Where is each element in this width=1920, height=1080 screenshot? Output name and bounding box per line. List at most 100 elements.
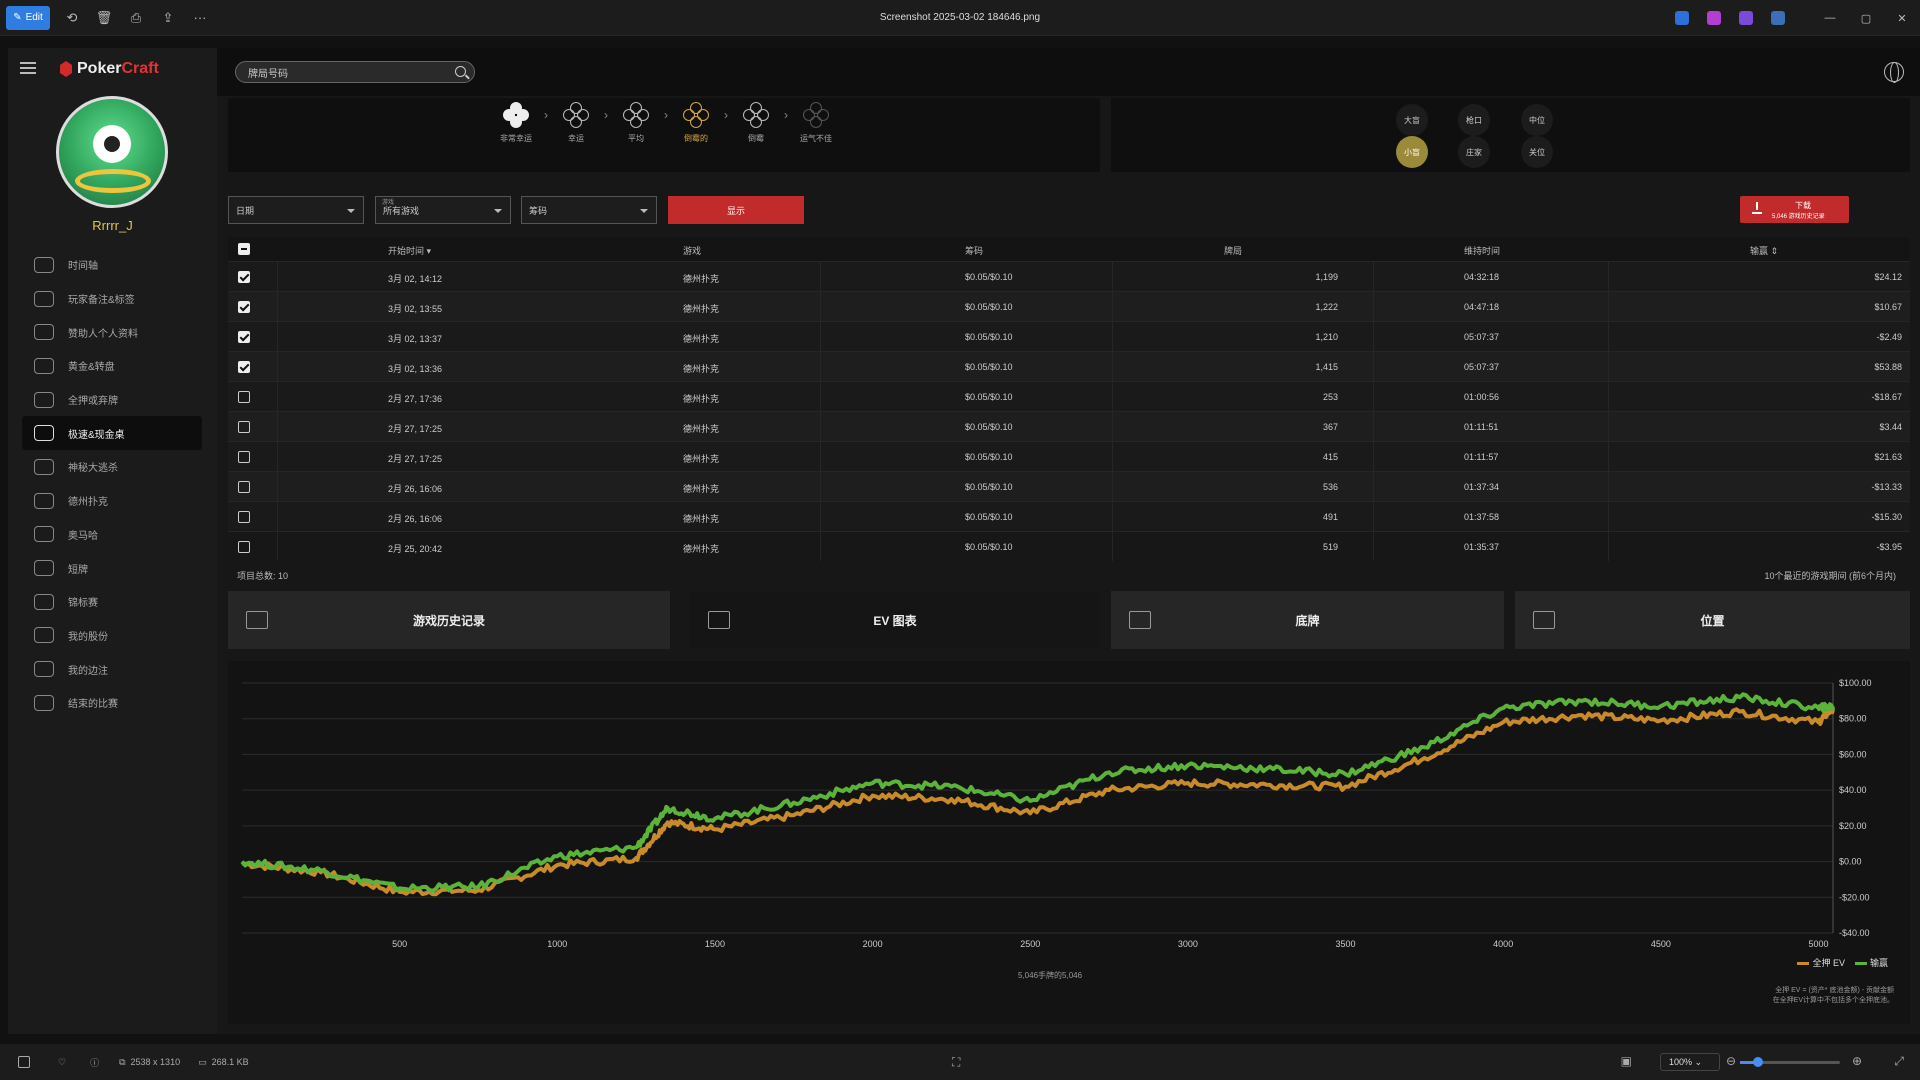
sidebar-item-6[interactable]: 极速&现金桌: [22, 416, 202, 451]
tab-4[interactable]: 位置: [1515, 591, 1910, 649]
globe-icon[interactable]: [1884, 62, 1904, 83]
row-checkbox[interactable]: [238, 271, 250, 283]
row-checkbox[interactable]: [238, 391, 250, 403]
position-chip-row1-1[interactable]: 大盲: [1396, 104, 1428, 136]
luck-step-6[interactable]: 运气不佳: [794, 102, 838, 144]
row-checkbox[interactable]: [238, 481, 250, 493]
stakes-dropdown[interactable]: 筹码: [521, 196, 657, 224]
col-start-time[interactable]: 开始时间 ▾: [388, 244, 431, 257]
cell-start: 3月 02, 14:12: [388, 274, 443, 284]
zoom-in-icon[interactable]: ⊕: [1852, 1054, 1862, 1068]
row-checkbox[interactable]: [238, 451, 250, 463]
favorite-icon[interactable]: ♡: [58, 1057, 66, 1068]
sidebar-item-label: 全押或弃牌: [68, 396, 118, 408]
luck-step-label: 运气不佳: [800, 134, 832, 143]
edit-button[interactable]: ✎ Edit: [6, 5, 50, 30]
maximize-button[interactable]: ▢: [1848, 12, 1884, 25]
table-row[interactable]: 2月 27, 17:25 德州扑克 $0.05/$0.10 367 01:11:51 $3…: [228, 411, 1910, 441]
cell-game: 德州扑克: [683, 274, 720, 284]
table-row[interactable]: 2月 25, 20:42 德州扑克 $0.05/$0.10 519 01:35:37 -$…: [228, 531, 1910, 561]
avatar[interactable]: [56, 96, 168, 208]
sidebar-item-11[interactable]: 锦标赛: [22, 585, 202, 619]
position-chip-row2-1[interactable]: 小盲: [1396, 136, 1428, 168]
position-chip-row2-3[interactable]: 关位: [1521, 136, 1553, 168]
close-button[interactable]: ✕: [1884, 12, 1920, 25]
date-dropdown[interactable]: 日期: [228, 196, 364, 224]
tab-2[interactable]: EV 图表: [690, 591, 1100, 649]
zoom-slider-knob[interactable]: [1753, 1057, 1763, 1067]
sidebar-item-4[interactable]: 黄金&转盘: [22, 349, 202, 383]
luck-step-1[interactable]: 非常幸运: [494, 102, 538, 144]
tab-1[interactable]: 游戏历史记录: [228, 591, 670, 649]
select-all-checkbox[interactable]: [238, 243, 250, 255]
sidebar-item-2[interactable]: 玩家备注&标签: [22, 282, 202, 316]
game-dropdown[interactable]: 游戏 所有游戏: [375, 196, 511, 224]
luck-step-3[interactable]: 平均: [614, 102, 658, 144]
app-icon-3[interactable]: [1739, 11, 1753, 25]
row-checkbox[interactable]: [238, 511, 250, 523]
luck-step-label: 平均: [628, 134, 644, 143]
sidebar-item-10[interactable]: 短牌: [22, 551, 202, 585]
brand-logo[interactable]: Poker Craft: [60, 60, 159, 78]
row-checkbox[interactable]: [238, 361, 250, 373]
rotate-icon[interactable]: ⟲: [56, 6, 88, 30]
fit-screen-icon[interactable]: ▣: [1621, 1054, 1632, 1068]
row-checkbox[interactable]: [238, 331, 250, 343]
sidebar-item-14[interactable]: 结束的比赛: [22, 686, 202, 720]
download-button[interactable]: 下载 5,046 游戏历史记录: [1740, 196, 1849, 223]
dimensions-value: 2538 x 1310: [130, 1057, 181, 1067]
sidebar-item-7[interactable]: 神秘大逃杀: [22, 450, 202, 484]
table-row[interactable]: 3月 02, 13:55 德州扑克 $0.05/$0.10 1,222 04:47:18…: [228, 291, 1910, 321]
share-icon[interactable]: ⇪: [152, 6, 184, 30]
luck-step-5[interactable]: 倒霉: [734, 102, 778, 144]
table-row[interactable]: 2月 27, 17:25 德州扑克 $0.05/$0.10 415 01:11:57 $2…: [228, 441, 1910, 471]
app-icon-1[interactable]: [1675, 11, 1689, 25]
table-row[interactable]: 3月 02, 13:37 德州扑克 $0.05/$0.10 1,210 05:07:37…: [228, 321, 1910, 351]
zoom-select[interactable]: 100% ⌄: [1660, 1053, 1720, 1071]
show-button[interactable]: 显示: [668, 196, 804, 224]
table-row[interactable]: 2月 27, 17:36 德州扑克 $0.05/$0.10 253 01:00:56 -$…: [228, 381, 1910, 411]
crop-icon[interactable]: ⛶: [952, 1055, 960, 1070]
search-box[interactable]: [235, 61, 475, 83]
table-row[interactable]: 2月 26, 16:06 德州扑克 $0.05/$0.10 491 01:37:58 -$…: [228, 501, 1910, 531]
sidebar-item-9[interactable]: 奥马哈: [22, 518, 202, 552]
info-icon[interactable]: ⓘ: [90, 1056, 99, 1069]
col-result[interactable]: 输赢 ⇕: [1750, 244, 1778, 257]
sidebar-item-1[interactable]: 时间轴: [22, 248, 202, 282]
tab-3[interactable]: 底牌: [1111, 591, 1504, 649]
row-checkbox[interactable]: [238, 541, 250, 553]
zoom-slider[interactable]: [1740, 1057, 1840, 1067]
cloud-icon[interactable]: [1771, 11, 1785, 25]
avatar-eye: [93, 125, 131, 163]
position-chip-row1-2[interactable]: 枪口: [1458, 104, 1490, 136]
minimize-button[interactable]: —: [1812, 12, 1848, 24]
clover-icon: [743, 102, 769, 128]
app-icon-2[interactable]: [1707, 11, 1721, 25]
sidebar-item-12[interactable]: 我的股份: [22, 619, 202, 653]
search-input[interactable]: [248, 66, 448, 78]
menu-icon[interactable]: [20, 62, 36, 74]
sidebar-item-13[interactable]: 我的边注: [22, 652, 202, 686]
sidebar-item-label: 赞助人个人资料: [68, 328, 138, 340]
more-icon[interactable]: ···: [184, 6, 216, 30]
row-checkbox[interactable]: [238, 301, 250, 313]
position-chip-row2-2[interactable]: 庄家: [1458, 136, 1490, 168]
filmstrip-icon[interactable]: [18, 1056, 30, 1068]
legend-winnings[interactable]: 输赢: [1854, 956, 1888, 969]
zoom-out-icon[interactable]: ⊖: [1726, 1054, 1736, 1068]
sidebar-item-5[interactable]: 全押或弃牌: [22, 383, 202, 417]
fullscreen-icon[interactable]: ⤢: [1894, 1054, 1904, 1069]
print-icon[interactable]: ⎙: [120, 6, 152, 30]
delete-icon[interactable]: 🗑: [88, 6, 120, 30]
position-chip-row1-3[interactable]: 中位: [1521, 104, 1553, 136]
table-row[interactable]: 3月 02, 14:12 德州扑克 $0.05/$0.10 1,199 04:32:18…: [228, 261, 1910, 291]
sidebar-item-3[interactable]: 赞助人个人资料: [22, 315, 202, 349]
table-row[interactable]: 2月 26, 16:06 德州扑克 $0.05/$0.10 536 01:37:34 -$…: [228, 471, 1910, 501]
search-icon[interactable]: [455, 66, 466, 77]
legend-allin-ev[interactable]: 全押 EV: [1797, 956, 1845, 969]
luck-step-2[interactable]: 幸运: [554, 102, 598, 144]
row-checkbox[interactable]: [238, 421, 250, 433]
sidebar-item-8[interactable]: 德州扑克: [22, 484, 202, 518]
table-row[interactable]: 3月 02, 13:36 德州扑克 $0.05/$0.10 1,415 05:07:37…: [228, 351, 1910, 381]
luck-step-4[interactable]: 倒霉的: [674, 102, 718, 144]
